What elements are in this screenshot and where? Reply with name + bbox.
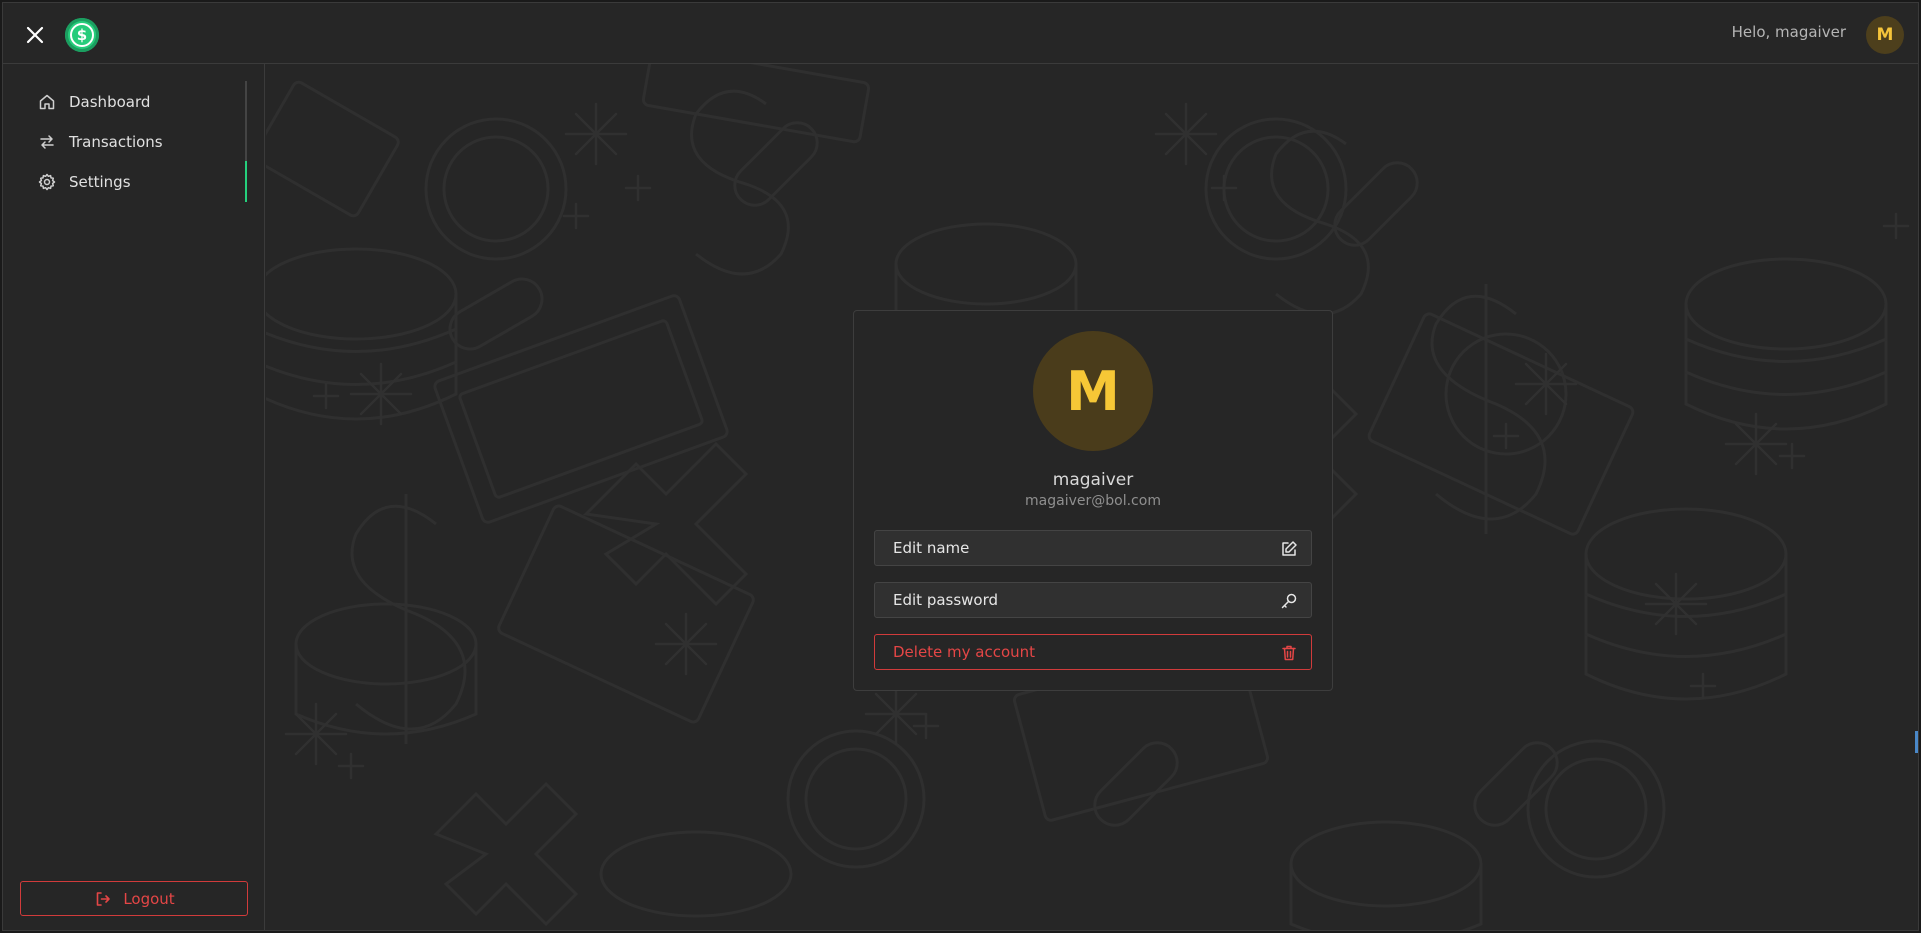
arrows-swap-icon	[37, 132, 57, 152]
sidebar: Dashboard Transactions Settings Logout	[3, 64, 265, 930]
delete-account-button[interactable]: Delete my account	[874, 634, 1312, 670]
dollar-icon: $	[70, 23, 94, 47]
app-window: $ Helo, magaiver M Dashboard Transaction…	[2, 2, 1919, 931]
gear-icon	[37, 172, 57, 192]
edit-name-label: Edit name	[893, 539, 970, 557]
sidebar-nav: Dashboard Transactions Settings	[3, 82, 248, 202]
sidebar-item-transactions[interactable]: Transactions	[3, 122, 248, 162]
sidebar-item-label: Dashboard	[69, 93, 151, 111]
top-bar: $ Helo, magaiver M	[3, 3, 1918, 64]
delete-account-label: Delete my account	[893, 643, 1036, 661]
sidebar-item-label: Settings	[69, 173, 131, 191]
profile-card: M magaiver magaiver@bol.com Edit name Ed…	[853, 310, 1333, 691]
close-icon	[26, 26, 44, 44]
key-icon	[1279, 591, 1299, 611]
app-logo[interactable]: $	[65, 18, 99, 52]
sidebar-item-settings[interactable]: Settings	[3, 162, 248, 202]
profile-name: magaiver	[1052, 470, 1134, 490]
logout-icon	[93, 889, 113, 909]
profile-avatar: M	[1033, 331, 1153, 451]
trash-icon	[1279, 643, 1299, 663]
logout-button[interactable]: Logout	[20, 881, 248, 916]
sidebar-item-dashboard[interactable]: Dashboard	[3, 82, 248, 122]
scrollbar-edge[interactable]	[1915, 731, 1918, 753]
main-content: M magaiver magaiver@bol.com Edit name Ed…	[266, 64, 1918, 930]
logout-label: Logout	[123, 889, 175, 908]
edit-password-button[interactable]: Edit password	[874, 582, 1312, 618]
edit-icon	[1279, 539, 1299, 559]
user-greeting: Helo, magaiver	[1731, 23, 1846, 41]
sidebar-item-label: Transactions	[69, 133, 163, 151]
profile-email: magaiver@bol.com	[1025, 493, 1161, 509]
user-avatar[interactable]: M	[1866, 16, 1904, 54]
edit-password-label: Edit password	[893, 591, 999, 609]
edit-name-button[interactable]: Edit name	[874, 530, 1312, 566]
close-menu-button[interactable]	[21, 21, 49, 49]
home-icon	[37, 92, 57, 112]
